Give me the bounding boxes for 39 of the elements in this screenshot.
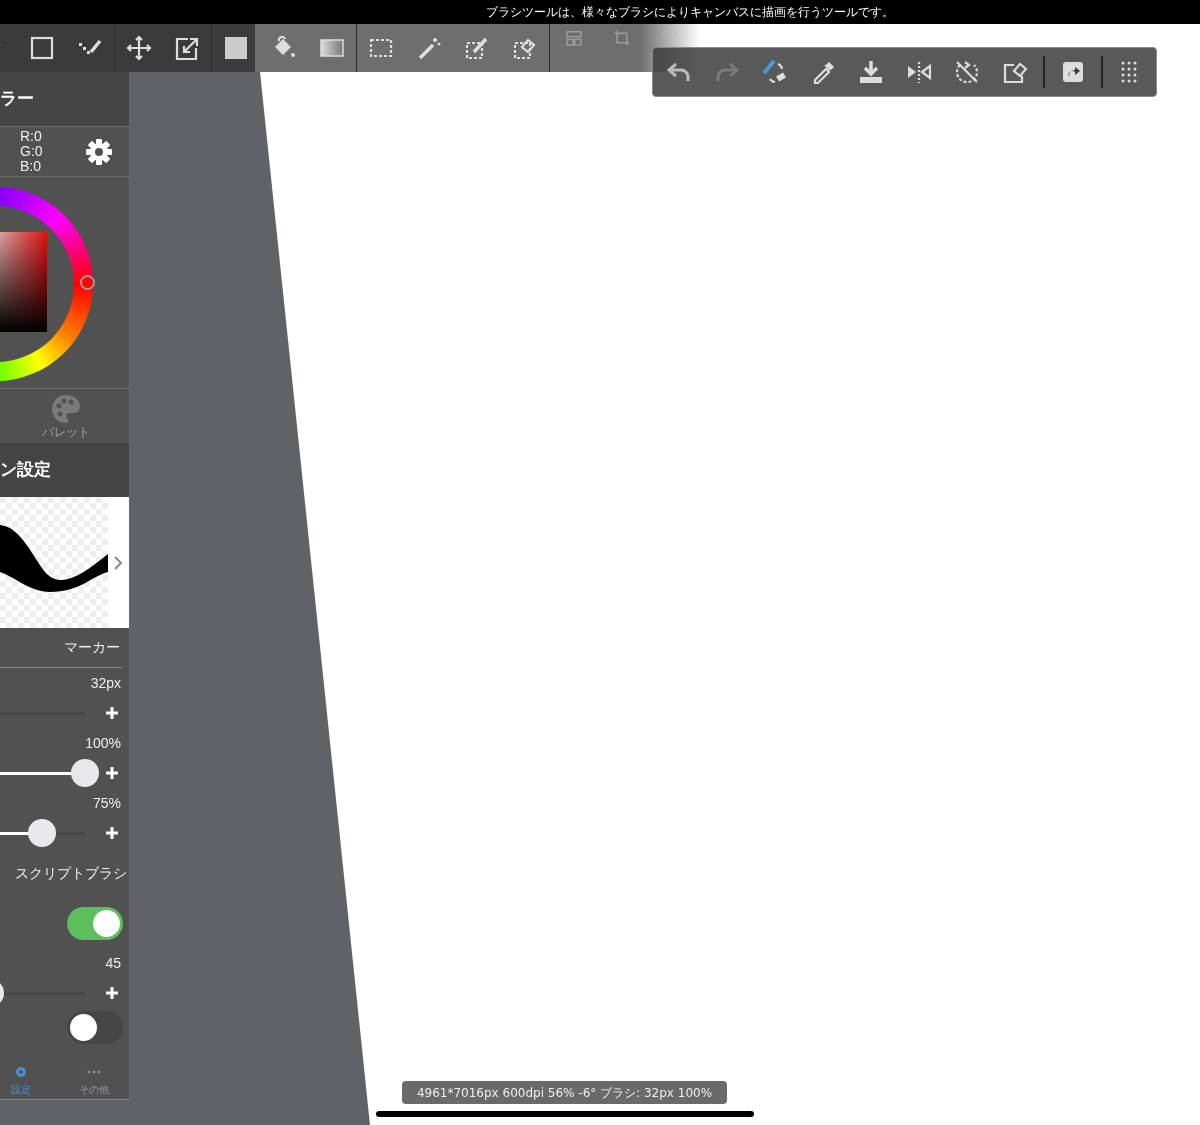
rotate-reset-icon[interactable] bbox=[954, 59, 980, 85]
tab-button[interactable]: その他 bbox=[57, 1050, 129, 1099]
slider-thumb[interactable] bbox=[71, 759, 99, 787]
tool-hint-text: ブラシツールは、様々なブラシによりキャンバスに描画を行うツールです。 bbox=[486, 4, 894, 21]
brush-swap-icon[interactable] bbox=[762, 59, 788, 85]
chevron-right-icon[interactable] bbox=[113, 554, 123, 571]
magic-wand-icon[interactable] bbox=[416, 35, 442, 61]
rgb-value: B:0 bbox=[20, 159, 42, 174]
plus-icon[interactable] bbox=[106, 827, 118, 839]
fill-color-icon[interactable] bbox=[223, 35, 249, 61]
brush-setting-value: スクリプトブラシ bbox=[15, 863, 127, 883]
rectangle-icon[interactable] bbox=[29, 35, 55, 61]
slider-reading: 100% bbox=[85, 733, 121, 753]
slider-reading: 75% bbox=[92, 793, 121, 813]
download-icon[interactable] bbox=[858, 59, 884, 85]
rgb-value: R:0 bbox=[20, 129, 43, 144]
move-icon[interactable] bbox=[126, 35, 152, 61]
toggle-switch[interactable] bbox=[67, 906, 123, 940]
settings-icon[interactable] bbox=[85, 137, 113, 166]
saturation-square[interactable] bbox=[0, 232, 47, 332]
plus-icon[interactable] bbox=[106, 767, 118, 779]
flip-icon[interactable] bbox=[906, 59, 932, 85]
palette-label: パレット bbox=[41, 425, 90, 439]
plus-icon[interactable] bbox=[106, 987, 118, 999]
slider-reading: 32px bbox=[90, 673, 121, 693]
hue-marker[interactable] bbox=[80, 275, 95, 290]
tab-button[interactable]: 設定 bbox=[0, 1050, 57, 1099]
panel-title: ン設定 bbox=[0, 458, 51, 482]
toggle-switch[interactable] bbox=[67, 1010, 123, 1044]
slider-reading: 45 bbox=[105, 953, 121, 973]
panel-title: ラー bbox=[0, 87, 34, 111]
selection-pen-icon[interactable] bbox=[464, 35, 490, 61]
share-icon[interactable] bbox=[1060, 59, 1086, 85]
transform-icon[interactable] bbox=[174, 35, 200, 61]
slider-thumb[interactable] bbox=[28, 819, 56, 847]
plus-icon[interactable] bbox=[106, 707, 118, 719]
canvas-info-label: 4961*7016px 600dpi 56% -6° ブラシ: 32px 100% bbox=[402, 1081, 727, 1104]
brush-setting-value: マーカー bbox=[64, 638, 120, 657]
rgb-value: G:0 bbox=[20, 144, 43, 159]
